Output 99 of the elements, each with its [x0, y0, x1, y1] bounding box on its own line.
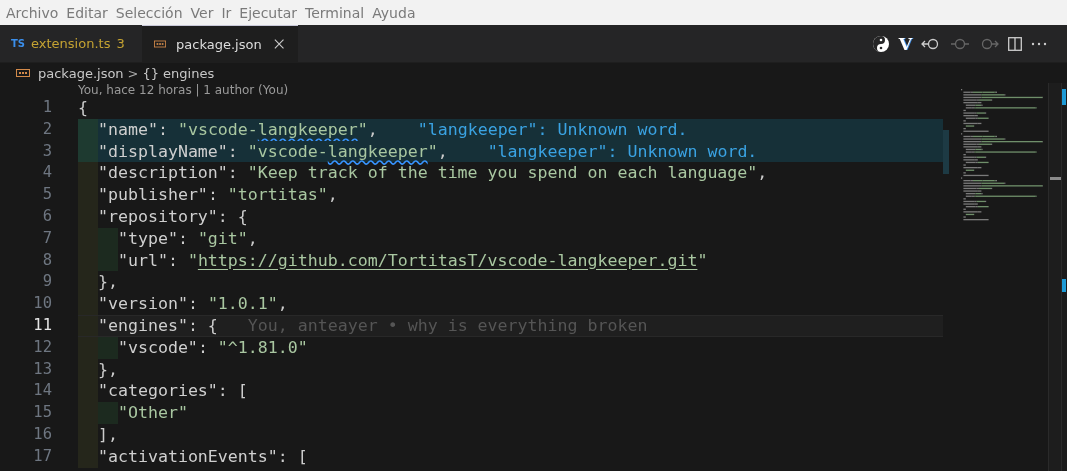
json-key: "repository"	[97, 206, 218, 228]
line-number: 11	[32, 314, 53, 336]
json-key: "displayName"	[97, 140, 228, 163]
punctuation: :	[227, 140, 239, 163]
diagnostic-hint: "langkeeper": Unknown word.	[417, 118, 688, 141]
punctuation: :	[167, 249, 179, 272]
problem-count: 3	[116, 36, 125, 51]
line-number: 10	[32, 293, 53, 315]
menu-item[interactable]: Selección	[115, 4, 183, 21]
json-key: "name"	[97, 118, 158, 141]
line-number: 8	[41, 249, 53, 271]
line-number: 7	[41, 227, 53, 249]
misspelled-word: langkeeper	[327, 140, 428, 163]
menu-item[interactable]: Terminal	[305, 4, 365, 21]
line-number: 2	[41, 118, 53, 140]
punctuation: },	[97, 271, 118, 294]
commit-back-icon[interactable]	[921, 36, 941, 51]
punctuation: : [	[217, 380, 248, 403]
ruler-mark	[1062, 89, 1066, 105]
menu-item[interactable]: Archivo	[6, 4, 59, 21]
breadcrumb-item[interactable]: package.json	[38, 65, 124, 81]
breadcrumb-separator: >	[127, 65, 139, 81]
line-number: 9	[41, 271, 53, 293]
menu-item[interactable]: Ayuda	[372, 4, 416, 21]
json-string: "vscode-	[247, 140, 328, 163]
json-string: "Keep track of the time you spend on each language"	[247, 162, 758, 185]
editor-tab[interactable]: package.json	[142, 25, 298, 62]
punctuation: : {	[217, 206, 248, 228]
json-string: "	[357, 118, 368, 141]
json-string: "	[187, 249, 198, 272]
line-number: 14	[32, 380, 53, 402]
diagnostic-hint: "langkeeper": Unknown word.	[487, 140, 758, 163]
punctuation: ,	[367, 118, 378, 141]
json-string: "^1.81.0"	[217, 336, 308, 359]
punctuation: ],	[97, 423, 118, 446]
json-string: "tortitas"	[227, 184, 328, 206]
misspelled-word: langkeeper	[257, 118, 358, 141]
line-number: 16	[32, 423, 53, 445]
punctuation: {	[78, 97, 88, 119]
punctuation: ,	[437, 140, 448, 163]
split-editor-icon[interactable]	[1008, 36, 1022, 51]
line-number: 4	[41, 162, 53, 184]
json-file-icon[interactable]	[16, 69, 30, 77]
json-string: "Other"	[117, 402, 188, 424]
punctuation: ,	[277, 293, 288, 315]
json-key: "description"	[97, 162, 228, 185]
line-number: 6	[41, 206, 53, 227]
punctuation: :	[187, 293, 199, 315]
json-string: "	[697, 249, 708, 272]
menu-item[interactable]: Editar	[66, 4, 108, 21]
scrollbar-thumb[interactable]	[1050, 177, 1063, 180]
punctuation: : [	[277, 445, 308, 468]
json-string: "1.0.1"	[207, 293, 278, 315]
json-key: "engines"	[97, 314, 188, 337]
punctuation: : {	[187, 314, 218, 337]
close-icon[interactable]	[273, 38, 284, 50]
punctuation: :	[157, 118, 169, 141]
line-number: 17	[32, 445, 53, 467]
indent-guide	[78, 162, 98, 185]
json-key: "version"	[97, 293, 188, 315]
ruler-mark	[1062, 279, 1066, 292]
json-file-icon[interactable]	[154, 40, 167, 48]
typescript-label: TS	[11, 38, 26, 49]
menu-item[interactable]: Ejecutar	[239, 4, 298, 21]
json-key: "url"	[117, 249, 168, 272]
scrollbar-track[interactable]	[1048, 83, 1061, 471]
punctuation: :	[207, 184, 219, 206]
line-number: 5	[41, 184, 53, 206]
json-key: "activationEvents"	[97, 445, 278, 468]
line-number: 13	[32, 358, 53, 380]
letter-action[interactable]: V	[898, 33, 912, 54]
punctuation: },	[97, 358, 118, 381]
line-number: 12	[32, 336, 53, 358]
breadcrumb-item[interactable]: engines	[163, 65, 215, 81]
json-key: "publisher"	[97, 184, 208, 206]
line-number: 1	[41, 97, 53, 118]
object-symbol-label: {}	[142, 65, 160, 81]
menu-item[interactable]: Ver	[190, 4, 214, 21]
punctuation: ,	[757, 162, 768, 185]
json-string: "	[427, 140, 438, 163]
json-key: "type"	[117, 227, 178, 250]
punctuation: :	[227, 162, 239, 185]
codelens-text[interactable]: You, hace 12 horas | 1 author (You)	[78, 83, 289, 97]
punctuation: :	[177, 227, 189, 250]
more-icon[interactable]	[1031, 41, 1047, 46]
line-number: 15	[32, 402, 53, 424]
line-number: 3	[41, 140, 53, 162]
commit-icon[interactable]	[950, 36, 970, 51]
json-key: "categories"	[97, 380, 218, 403]
url-link[interactable]: https://github.com/TortitasT/vscode-langkeeper.git	[197, 249, 698, 272]
menu-item[interactable]: Ir	[221, 4, 232, 21]
json-string: "git"	[197, 227, 248, 250]
punctuation: :	[197, 336, 209, 359]
punctuation: ,	[247, 227, 258, 250]
yin-yang-icon[interactable]	[871, 34, 890, 53]
punctuation: ,	[327, 184, 338, 206]
commit-forward-icon[interactable]	[979, 36, 999, 51]
json-key: "vscode"	[117, 336, 198, 359]
json-string: "vscode-	[177, 118, 258, 141]
